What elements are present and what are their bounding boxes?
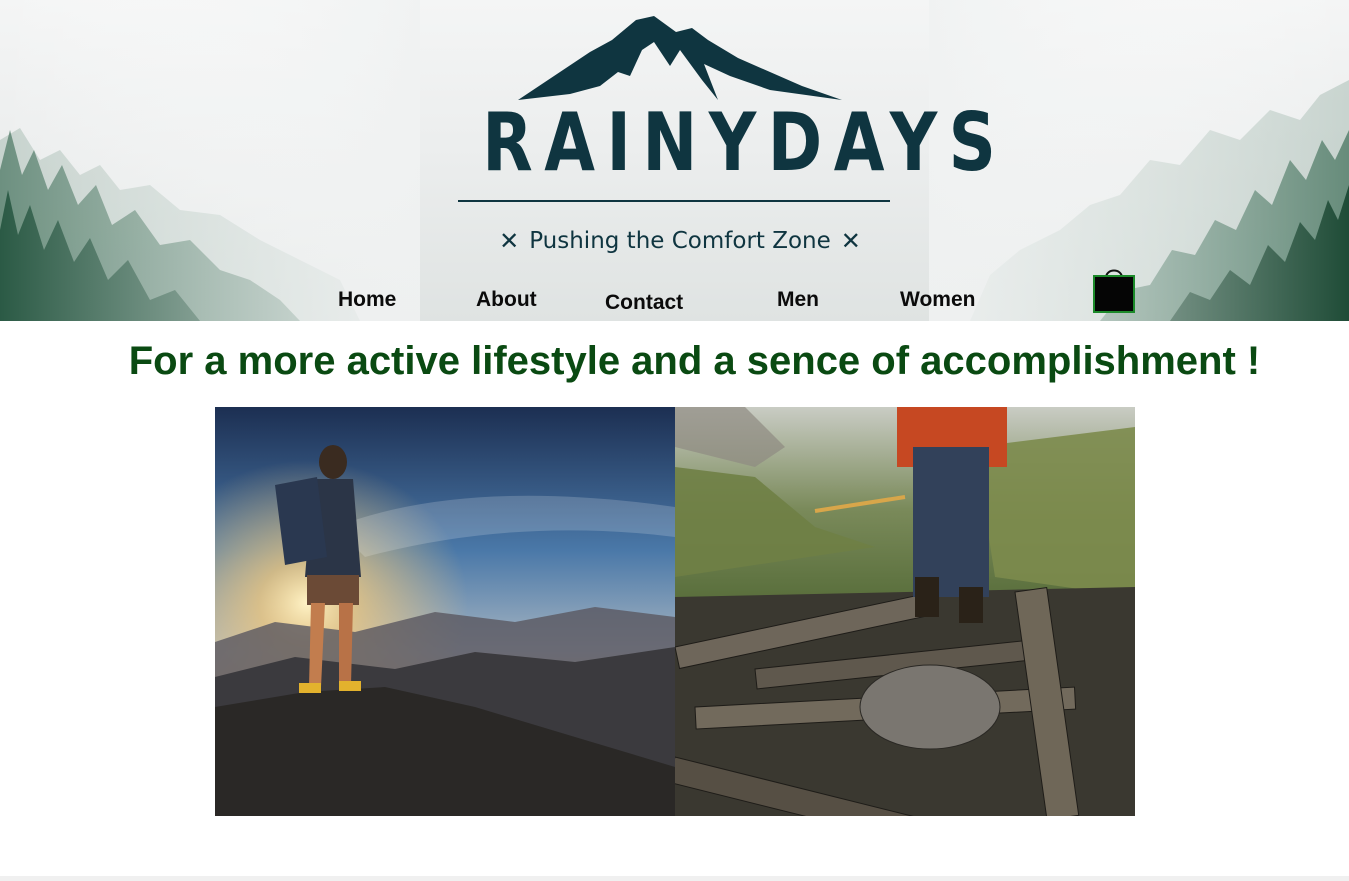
hero-headline: For a more active lifestyle and a sence … <box>128 339 1261 383</box>
cross-icon: ✕ <box>499 227 520 255</box>
shopping-bag-icon[interactable] <box>1092 264 1136 314</box>
nav-about-link[interactable]: About <box>476 288 537 312</box>
photo-gallery <box>215 407 1135 816</box>
summit-scene <box>215 407 675 816</box>
tagline-text: Pushing the Comfort Zone <box>529 228 831 254</box>
nav-home-link[interactable]: Home <box>338 288 396 312</box>
tagline: ✕ Pushing the Comfort Zone ✕ <box>480 224 880 258</box>
nav-men-link[interactable]: Men <box>777 288 819 312</box>
main-nav: Home About Contact Men Women <box>0 282 1349 321</box>
hiker-on-summit-photo <box>215 407 675 816</box>
cross-icon: ✕ <box>840 227 861 255</box>
nav-women-link[interactable]: Women <box>900 288 975 312</box>
brand-name: RAINYDAYS <box>482 96 1008 189</box>
log-bridge-scene <box>675 407 1135 816</box>
nav-contact-link[interactable]: Contact <box>605 291 683 315</box>
page-bottom-strip <box>0 876 1349 881</box>
site-header: RAINYDAYS ✕ Pushing the Comfort Zone ✕ H… <box>0 0 1349 321</box>
brand-divider <box>458 200 890 202</box>
hiker-on-log-bridge-photo <box>675 407 1135 816</box>
